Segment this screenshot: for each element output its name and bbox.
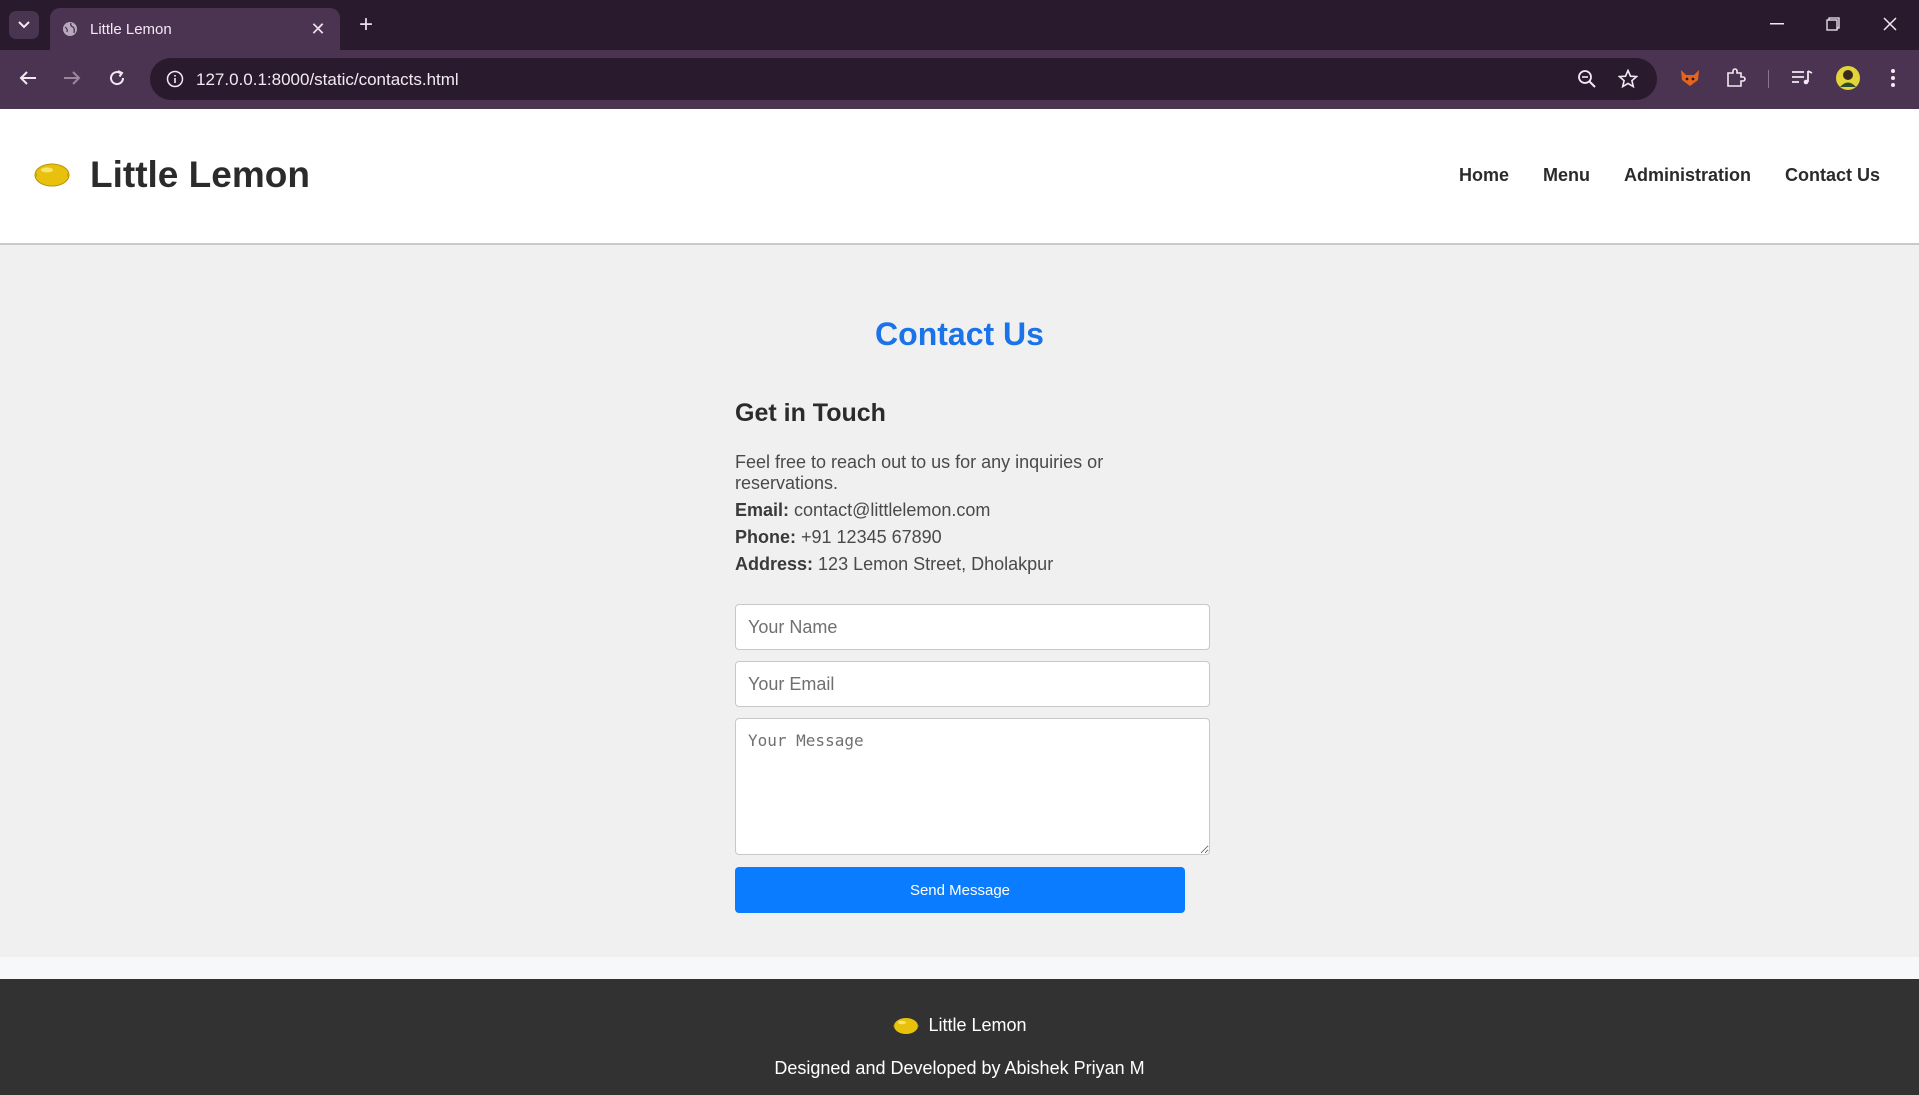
address-bar[interactable]: 127.0.0.1:8000/static/contacts.html — [150, 58, 1657, 100]
media-queue-icon[interactable] — [1787, 63, 1817, 93]
minimize-icon — [1770, 23, 1784, 25]
message-field[interactable] — [735, 718, 1210, 855]
tab-title: Little Lemon — [90, 20, 172, 38]
lemon-icon — [34, 163, 70, 187]
browser-toolbar: 127.0.0.1:8000/static/contacts.html — [0, 50, 1919, 109]
profile-avatar-icon[interactable] — [1833, 63, 1863, 93]
chevron-down-icon — [18, 21, 30, 29]
page-title: Contact Us — [875, 316, 1044, 352]
email-info: Email: contact@littlelemon.com — [735, 500, 1210, 521]
phone-label: Phone: — [735, 527, 796, 547]
intro-text: Feel free to reach out to us for any inq… — [735, 452, 1104, 493]
reload-button[interactable] — [101, 62, 133, 94]
globe-icon — [63, 22, 77, 36]
extension-fox-icon[interactable] — [1675, 63, 1705, 93]
phone-info: Phone: +91 12345 67890 — [735, 527, 1210, 548]
page-spacer — [0, 957, 1919, 979]
site-info-icon[interactable] — [162, 66, 188, 92]
close-icon — [1883, 17, 1897, 31]
site-footer: Little Lemon Designed and Developed by A… — [0, 979, 1919, 1095]
zoom-icon[interactable] — [1574, 66, 1600, 92]
reload-icon — [110, 70, 125, 86]
name-field[interactable] — [735, 604, 1210, 650]
site-header: Little Lemon Home Menu Administration Co… — [0, 109, 1919, 245]
arrow-left-icon — [19, 71, 36, 85]
minimize-button[interactable] — [1757, 8, 1797, 40]
email-label: Email: — [735, 500, 790, 520]
browser-tab[interactable]: Little Lemon ✕ — [50, 8, 340, 50]
bookmark-star-icon[interactable] — [1615, 66, 1641, 92]
restore-button[interactable] — [1813, 8, 1853, 40]
footer-credit: Designed and Developed by Abishek Priyan… — [774, 1058, 1145, 1078]
lemon-icon — [893, 1017, 920, 1034]
new-tab-button[interactable]: + — [353, 10, 379, 40]
address-value: 123 Lemon Street, Dholakpur — [818, 554, 1054, 574]
nav-link-home[interactable]: Home — [1459, 165, 1509, 186]
tab-search-button[interactable] — [9, 11, 39, 39]
site-logo[interactable]: Little Lemon — [32, 154, 310, 196]
restore-icon — [1826, 17, 1840, 31]
back-button[interactable] — [12, 62, 44, 94]
forward-button[interactable] — [56, 62, 88, 94]
browser-tab-bar: Little Lemon ✕ + — [0, 0, 1919, 50]
close-window-button[interactable] — [1870, 8, 1910, 40]
contact-section: Contact Us Get in Touch Feel free to rea… — [0, 247, 1919, 957]
address-info: Address: 123 Lemon Street, Dholakpur — [735, 554, 1210, 575]
nav-link-contact-us[interactable]: Contact Us — [1785, 165, 1880, 186]
footer-logo: Little Lemon — [0, 1015, 1919, 1036]
address-label: Address: — [735, 554, 814, 574]
extensions-puzzle-icon[interactable] — [1721, 63, 1751, 93]
nav-link-menu[interactable]: Menu — [1543, 165, 1590, 186]
main-nav: Home Menu Administration Contact Us — [1459, 165, 1880, 186]
site-logo-text: Little Lemon — [90, 154, 310, 195]
phone-value: +91 12345 67890 — [801, 527, 942, 547]
browser-menu-icon[interactable] — [1878, 63, 1908, 93]
toolbar-divider — [1768, 70, 1769, 88]
email-value: contact@littlelemon.com — [794, 500, 991, 520]
nav-link-administration[interactable]: Administration — [1624, 165, 1751, 186]
send-message-button[interactable]: Send Message — [735, 867, 1185, 913]
footer-logo-text: Little Lemon — [928, 1015, 1027, 1035]
arrow-right-icon — [64, 71, 81, 85]
url-text[interactable]: 127.0.0.1:8000/static/contacts.html — [196, 70, 459, 90]
contact-info: Get in Touch Feel free to reach out to u… — [735, 399, 1210, 575]
section-heading: Get in Touch — [735, 399, 886, 427]
tab-close-icon[interactable]: ✕ — [308, 19, 328, 40]
email-field[interactable] — [735, 661, 1210, 707]
